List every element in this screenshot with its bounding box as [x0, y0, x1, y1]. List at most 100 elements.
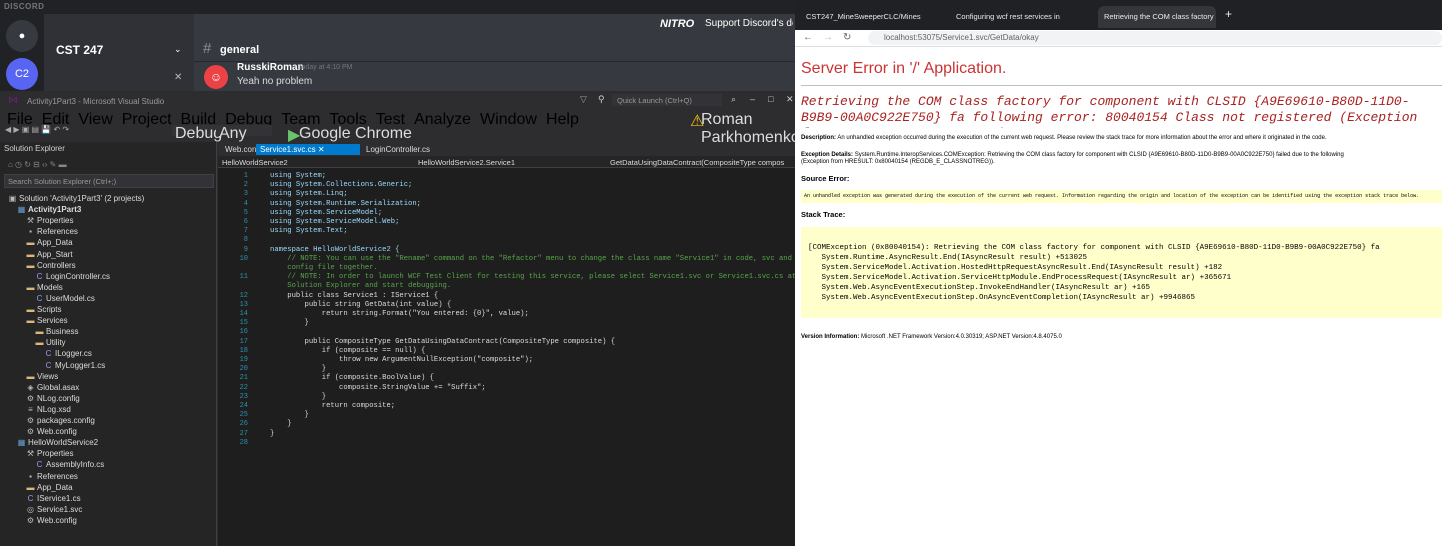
- tree-item[interactable]: ⚒ Properties: [26, 448, 74, 459]
- tree-item-label: Business: [46, 327, 79, 337]
- tree-item[interactable]: ▬ Models: [26, 282, 63, 293]
- tree-item[interactable]: C UserModel.cs: [35, 293, 95, 304]
- tree-item-label: IService1.cs: [37, 493, 81, 503]
- tree-item[interactable]: ▬ Services: [26, 315, 68, 326]
- quick-launch-input[interactable]: Quick Launch (Ctrl+Q): [612, 94, 722, 106]
- tree-item[interactable]: ▬ App_Data: [26, 237, 73, 248]
- tree-item[interactable]: C LoginController.cs: [35, 271, 110, 282]
- tree-item[interactable]: ▬ Business: [35, 326, 79, 337]
- tree-item[interactable]: C MyLogger1.cs: [44, 360, 106, 371]
- tree-item[interactable]: ◈ Global.asax: [26, 382, 79, 393]
- server-name[interactable]: CST 247: [56, 43, 103, 57]
- code-line: if (composite.BoolValue) {: [270, 374, 434, 383]
- line-number: 28: [239, 438, 248, 447]
- filter-icon[interactable]: ▽: [580, 94, 587, 105]
- code-line: // NOTE: You can use the "Rename" comman…: [270, 254, 792, 263]
- line-number: 22: [239, 383, 248, 392]
- code-line: public class Service1 : IService1 {: [270, 291, 439, 300]
- tree-item[interactable]: ▬ App_Data: [26, 482, 73, 493]
- folder-icon: ▬: [26, 371, 35, 381]
- tree-item[interactable]: ▪ References: [26, 226, 78, 237]
- nav-class[interactable]: HelloWorldService2.Service1: [418, 158, 598, 167]
- back-arrow-icon[interactable]: ←: [803, 32, 813, 43]
- minimize-icon[interactable]: –: [750, 94, 755, 104]
- code-line: Solution Explorer and start debugging.: [270, 282, 452, 291]
- chrome-tab-minesweeper[interactable]: CST247_MineSweeperCLC/Mines: [800, 6, 945, 28]
- tree-item-label: Service1.svc: [37, 504, 83, 514]
- folder-icon: ▬: [35, 327, 44, 337]
- tree-item-label: Models: [37, 282, 63, 292]
- tab-service1[interactable]: Service1.svc.cs ✕: [256, 144, 360, 155]
- tree-item[interactable]: C AssemblyInfo.cs: [35, 459, 105, 470]
- folder-icon: ▬: [35, 338, 44, 348]
- divider: [801, 85, 1442, 86]
- url-input[interactable]: localhost:53075/Service1.svc/GetData/oka…: [868, 31, 1442, 45]
- config-file-icon: ⚙: [26, 427, 35, 437]
- tree-item[interactable]: ▬ Scripts: [26, 304, 62, 315]
- tree-item[interactable]: ⚒ Properties: [26, 215, 74, 226]
- tree-item[interactable]: ⚙ Web.config: [26, 515, 77, 526]
- search-icon[interactable]: ⌕: [731, 94, 736, 105]
- nav-member[interactable]: GetDataUsingDataContract(CompositeType c…: [610, 158, 790, 167]
- tree-item[interactable]: C IService1.cs: [26, 493, 81, 504]
- tree-item-label: Activity1Part3: [28, 205, 82, 215]
- wrench-icon: ⚒: [26, 449, 35, 459]
- code-line: }: [270, 365, 327, 374]
- tab-close-icon[interactable]: ✕: [318, 145, 325, 154]
- reload-icon[interactable]: ↻: [843, 32, 851, 43]
- tree-item[interactable]: ▬ Utility: [35, 337, 66, 348]
- folder-icon: ▬: [26, 238, 35, 248]
- tree-item[interactable]: ▬ Views: [26, 371, 59, 382]
- tree-item-label: HelloWorldService2: [28, 438, 99, 448]
- line-number: 24: [239, 402, 248, 410]
- nitro-banner[interactable]: Support Discord's devel: [705, 18, 793, 29]
- run-browser-button[interactable]: Google Chrome: [299, 125, 412, 143]
- maximize-icon[interactable]: □: [768, 94, 773, 104]
- solution-explorer-title: Solution Explorer: [4, 144, 65, 153]
- tree-item[interactable]: ⚙ packages.config: [26, 415, 95, 426]
- tree-item[interactable]: ⚙ Web.config: [26, 426, 77, 437]
- tree-item-label: Global.asax: [37, 382, 80, 392]
- vs-menubar: File Edit View Project Build Debug Team Tools Te…: [0, 109, 800, 146]
- tree-item[interactable]: ▦ HelloWorldService2: [17, 437, 98, 448]
- tree-item[interactable]: ◎ Service1.svc: [26, 504, 82, 515]
- message-author[interactable]: RusskiRoman: [237, 62, 304, 73]
- code-line: return composite;: [270, 402, 396, 410]
- tree-item[interactable]: C ILogger.cs: [44, 348, 92, 359]
- chevron-down-icon[interactable]: ⌄: [174, 44, 182, 55]
- tree-item[interactable]: ▦ Activity1Part3: [17, 204, 82, 215]
- solution-search-input[interactable]: Search Solution Explorer (Ctrl+;): [4, 174, 214, 188]
- line-number: 11: [239, 273, 248, 282]
- tree-item-label: Web.config: [37, 515, 77, 525]
- nav-project[interactable]: HelloWorldService2: [222, 158, 412, 167]
- feedback-icon[interactable]: ⚲: [598, 94, 605, 105]
- server-icon[interactable]: C2: [6, 58, 38, 90]
- line-number: 8: [243, 236, 248, 245]
- tree-item[interactable]: ▬ Controllers: [26, 260, 76, 271]
- tree-item-label: Controllers: [37, 260, 76, 270]
- line-number: 17: [239, 337, 248, 346]
- version-label: Version Information:: [801, 334, 860, 340]
- code-line: config file together.: [270, 264, 378, 272]
- tree-item[interactable]: ≡ NLog.xsd: [26, 404, 71, 415]
- avatar[interactable]: ☺: [204, 65, 228, 89]
- forward-arrow-icon[interactable]: →: [823, 32, 833, 43]
- platform-dropdown[interactable]: Any CPU: [216, 125, 272, 160]
- discord-home-icon[interactable]: ●: [6, 20, 38, 52]
- close-window-icon[interactable]: ✕: [786, 94, 794, 105]
- chrome-tab-active[interactable]: Retrieving the COM class factory: [1098, 6, 1216, 28]
- back-icon[interactable]: ◀ ▶ ▣ ▤ 💾 ↶ ↷: [5, 125, 69, 134]
- tree-item[interactable]: ▣ Solution 'Activity1Part3' (2 projects): [8, 193, 145, 204]
- exception-text-2: (Exception from HRESULT: 0x80040154 (REG…: [801, 159, 995, 165]
- new-tab-icon[interactable]: +: [1225, 7, 1232, 21]
- close-icon[interactable]: ✕: [174, 72, 182, 83]
- tree-item[interactable]: ⚙ NLog.config: [26, 393, 80, 404]
- exception-label: Exception Details:: [801, 152, 854, 158]
- tree-item[interactable]: ▬ App_Start: [26, 249, 73, 260]
- tree-item[interactable]: ▪ References: [26, 471, 78, 482]
- discord-titlebar: [0, 0, 795, 14]
- code-line: using System.Runtime.Serialization;: [270, 199, 421, 208]
- chrome-tab-wcf[interactable]: Configuring wcf rest services in: [950, 6, 1095, 28]
- tab-login-controller[interactable]: LoginController.cs: [362, 144, 434, 155]
- tree-item-label: packages.config: [37, 416, 95, 425]
